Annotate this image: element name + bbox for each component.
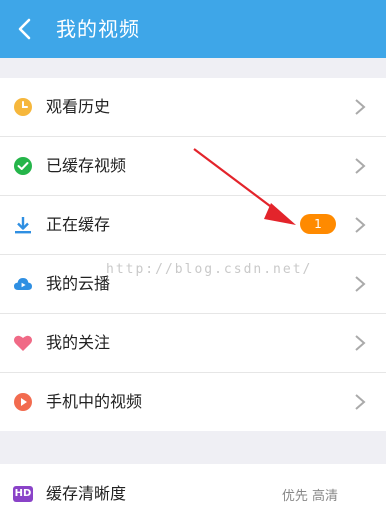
menu-item-follow[interactable]: 我的关注: [0, 314, 386, 373]
menu-item-label: 我的云播: [46, 274, 111, 293]
heart-icon: [13, 335, 33, 351]
menu-item-label: 手机中的视频: [46, 392, 143, 411]
menu-item-downloading[interactable]: 正在缓存 1: [0, 196, 386, 255]
page-title: 我的视频: [56, 17, 140, 41]
menu-list: 观看历史 已缓存视频 正在缓存 1 我的云播 我的关注 手机中的视频: [0, 78, 386, 431]
menu-item-label: 我的关注: [46, 333, 111, 352]
chevron-right-icon: [355, 99, 366, 115]
header-bar: 我的视频: [0, 0, 386, 58]
chevron-right-icon: [355, 335, 366, 351]
menu-item-label: 观看历史: [46, 97, 111, 116]
chevron-right-icon: [355, 158, 366, 174]
check-circle-icon: [14, 157, 32, 175]
setting-label: 缓存清晰度: [46, 484, 127, 503]
menu-item-history[interactable]: 观看历史: [0, 78, 386, 137]
menu-item-label: 已缓存视频: [46, 156, 127, 175]
chevron-right-icon: [355, 276, 366, 292]
cache-quality-setting[interactable]: HD 缓存清晰度 优先 高清: [0, 464, 386, 523]
chevron-right-icon: [355, 394, 366, 410]
clock-icon: [14, 98, 32, 116]
setting-value: 优先 高清: [281, 489, 338, 504]
menu-item-label: 正在缓存: [46, 215, 111, 234]
chevron-right-icon: [355, 217, 366, 233]
back-icon[interactable]: [14, 17, 38, 41]
cloud-play-icon: [14, 278, 32, 290]
count-badge: 1: [300, 214, 336, 234]
watermark: http://blog.csdn.net/: [106, 262, 313, 277]
download-icon: [15, 217, 31, 234]
hd-icon: HD: [13, 486, 33, 502]
menu-item-local-videos[interactable]: 手机中的视频: [0, 373, 386, 431]
play-circle-icon: [14, 393, 32, 411]
menu-item-downloaded[interactable]: 已缓存视频: [0, 137, 386, 196]
